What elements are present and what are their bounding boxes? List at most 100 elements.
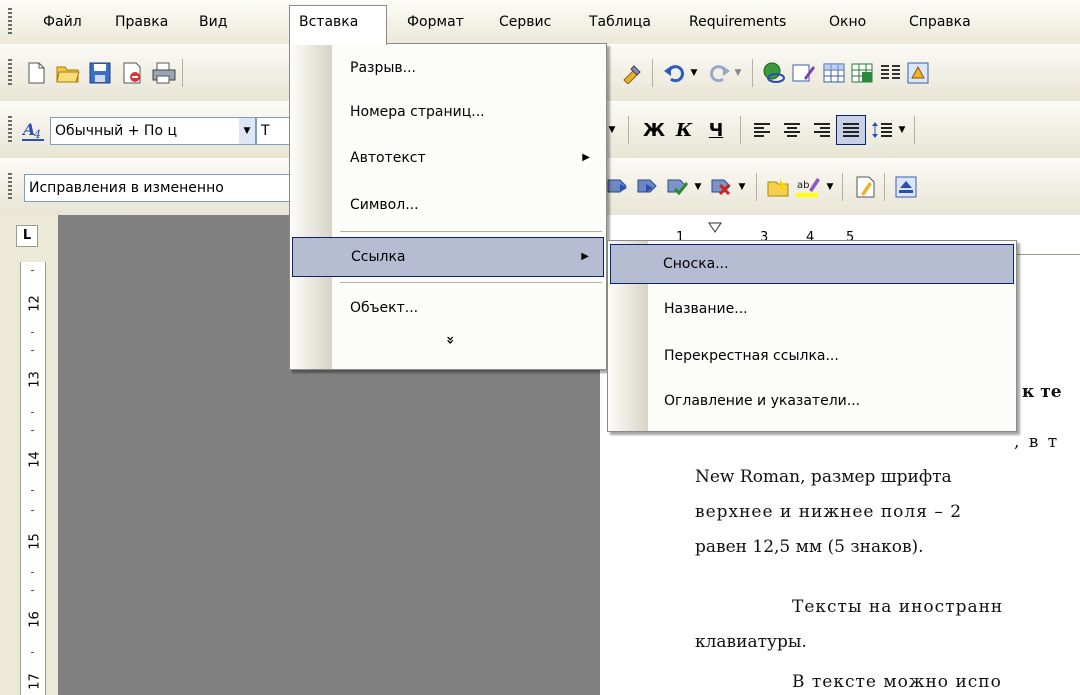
- tables-borders-button[interactable]: [790, 59, 818, 87]
- menu-item-index-tables[interactable]: Оглавление и указатели...: [610, 381, 1014, 421]
- style-combo[interactable]: Обычный + По ц ▼: [50, 117, 256, 145]
- menu-item-label: Символ...: [350, 197, 419, 213]
- reject-change-icon: [711, 179, 731, 196]
- underline-button[interactable]: Ч: [702, 116, 730, 144]
- menu-item-autotext[interactable]: Автотекст ▶: [292, 138, 604, 178]
- track-changes-icon: [856, 176, 875, 198]
- ruler-number: 16: [27, 611, 43, 628]
- chevron-down-icon: ▼: [694, 182, 702, 192]
- undo-button[interactable]: [660, 59, 688, 87]
- menu-item-cross-reference[interactable]: Перекрестная ссылка...: [610, 336, 1014, 376]
- track-changes-button[interactable]: [852, 173, 880, 201]
- menu-format[interactable]: Формат: [398, 6, 473, 38]
- accept-dropdown[interactable]: ▼: [690, 173, 706, 201]
- new-document-button[interactable]: [22, 59, 50, 87]
- tab-selector[interactable]: L: [16, 225, 38, 247]
- drawing-shapes-icon: [907, 62, 929, 84]
- menu-separator: [340, 282, 602, 283]
- new-comment-button[interactable]: [764, 173, 792, 201]
- toolbar-grip-handle[interactable]: [8, 59, 12, 87]
- menu-bar: Файл Правка Вид Вставка Формат Сервис Та…: [0, 0, 1080, 45]
- align-left-icon: [754, 123, 770, 137]
- menu-insert[interactable]: Вставка: [289, 5, 387, 45]
- accept-change-button[interactable]: [664, 173, 692, 201]
- align-center-button[interactable]: [778, 116, 806, 144]
- tables-borders-icon: [792, 64, 815, 82]
- ruler-tick: [31, 490, 34, 491]
- permission-button[interactable]: [118, 59, 146, 87]
- menu-window[interactable]: Окно: [820, 6, 875, 38]
- format-painter-button[interactable]: [618, 59, 646, 87]
- hyperlink-globe-icon: [763, 62, 785, 83]
- next-change-button[interactable]: [634, 173, 662, 201]
- menu-item-reference[interactable]: Ссылка ▶: [292, 237, 604, 277]
- menu-item-label: Оглавление и указатели...: [664, 393, 861, 409]
- vertical-ruler[interactable]: 12 13 14 15 16 17: [20, 262, 46, 695]
- open-button[interactable]: [54, 59, 82, 87]
- previous-change-button[interactable]: [604, 173, 632, 201]
- insert-excel-button[interactable]: [848, 59, 876, 87]
- menu-item-object[interactable]: Объект...: [292, 288, 604, 328]
- menu-item-label: Сноска...: [663, 256, 729, 272]
- italic-button[interactable]: К: [670, 116, 698, 144]
- toolbar-separator: [628, 116, 629, 144]
- menu-item-break[interactable]: Разрыв...: [292, 48, 604, 88]
- ruler-tick: [31, 590, 34, 591]
- ruler-number: 13: [27, 371, 43, 388]
- menu-item-label: Ссылка: [351, 249, 406, 265]
- hyperlink-button[interactable]: [760, 59, 788, 87]
- reviewing-pane-icon: [895, 176, 917, 198]
- reject-change-button[interactable]: [708, 173, 736, 201]
- menu-requirements[interactable]: Requirements: [680, 6, 795, 38]
- toolbar-separator: [740, 116, 741, 144]
- toolbar-grip-handle[interactable]: [8, 116, 12, 144]
- ruler-tick: [31, 652, 34, 653]
- menu-item-symbol[interactable]: Символ...: [292, 185, 604, 225]
- menu-window-label: Окно: [829, 14, 867, 30]
- drawing-button[interactable]: [904, 59, 932, 87]
- permission-icon: [123, 62, 141, 84]
- save-button[interactable]: [86, 59, 114, 87]
- undo-dropdown[interactable]: ▼: [686, 59, 702, 87]
- menu-item-caption[interactable]: Название...: [610, 289, 1014, 329]
- menu-help[interactable]: Справка: [900, 6, 980, 38]
- menu-tools[interactable]: Сервис: [490, 6, 560, 38]
- display-for-review-combo[interactable]: Исправления в измененно: [24, 174, 294, 202]
- styles-and-formatting-button[interactable]: A4: [20, 116, 48, 144]
- highlight-button[interactable]: ab: [794, 173, 822, 201]
- columns-button[interactable]: [876, 59, 904, 87]
- submenu-arrow-icon: ▶: [582, 152, 590, 163]
- insert-table-button[interactable]: [820, 59, 848, 87]
- excel-sheet-icon: [851, 63, 873, 83]
- line-spacing-dropdown[interactable]: ▼: [894, 116, 910, 144]
- toolbar-separator: [752, 59, 753, 87]
- chevron-down-icon[interactable]: ▼: [239, 118, 255, 144]
- menu-table[interactable]: Таблица: [580, 6, 660, 38]
- document-line: равен 12,5 мм (5 знаков).: [695, 537, 924, 557]
- menu-expand-chevron[interactable]: »: [438, 330, 462, 350]
- align-left-button[interactable]: [748, 116, 776, 144]
- reviewing-pane-button[interactable]: [892, 173, 920, 201]
- menubar-grip-handle[interactable]: [8, 8, 12, 36]
- menu-file[interactable]: Файл: [34, 6, 91, 38]
- next-change-icon: [637, 179, 657, 193]
- menu-item-footnote[interactable]: Сноска...: [610, 244, 1014, 284]
- toolbar-grip-handle[interactable]: [8, 173, 12, 201]
- previous-change-icon: [607, 179, 627, 193]
- redo-dropdown[interactable]: ▼: [730, 59, 746, 87]
- menu-view-label: Вид: [199, 14, 228, 30]
- align-right-button[interactable]: [808, 116, 836, 144]
- ruler-tick: [31, 572, 34, 573]
- ruler-number: 12: [27, 295, 43, 312]
- line-spacing-button[interactable]: [868, 116, 896, 144]
- reject-dropdown[interactable]: ▼: [734, 173, 750, 201]
- print-button[interactable]: [150, 59, 178, 87]
- bold-button[interactable]: Ж: [640, 116, 668, 144]
- highlight-dropdown[interactable]: ▼: [822, 173, 838, 201]
- justify-button[interactable]: [836, 115, 866, 145]
- first-line-indent-marker[interactable]: [708, 222, 724, 240]
- menu-item-page-numbers[interactable]: Номера страниц...: [292, 92, 604, 132]
- menu-view[interactable]: Вид: [190, 6, 236, 38]
- reference-submenu: Сноска... Название... Перекрестная ссылк…: [607, 240, 1017, 432]
- menu-edit[interactable]: Правка: [106, 6, 177, 38]
